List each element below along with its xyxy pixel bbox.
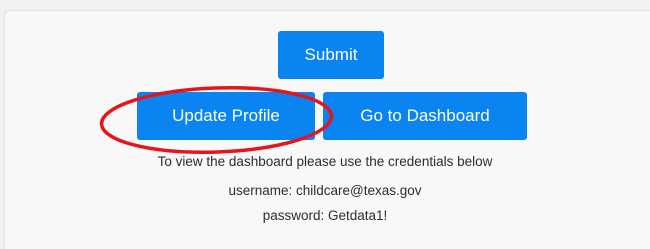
- update-profile-button[interactable]: Update Profile: [137, 92, 315, 140]
- username-text: username: childcare@texas.gov: [228, 183, 422, 198]
- page-canvas: Submit Update Profile Go to Dashboard To…: [0, 0, 650, 249]
- submit-button[interactable]: Submit: [278, 31, 384, 79]
- dashboard-instructions-text: To view the dashboard please use the cre…: [157, 154, 493, 169]
- go-to-dashboard-button[interactable]: Go to Dashboard: [323, 92, 527, 140]
- password-text: password: Getdata1!: [262, 208, 388, 223]
